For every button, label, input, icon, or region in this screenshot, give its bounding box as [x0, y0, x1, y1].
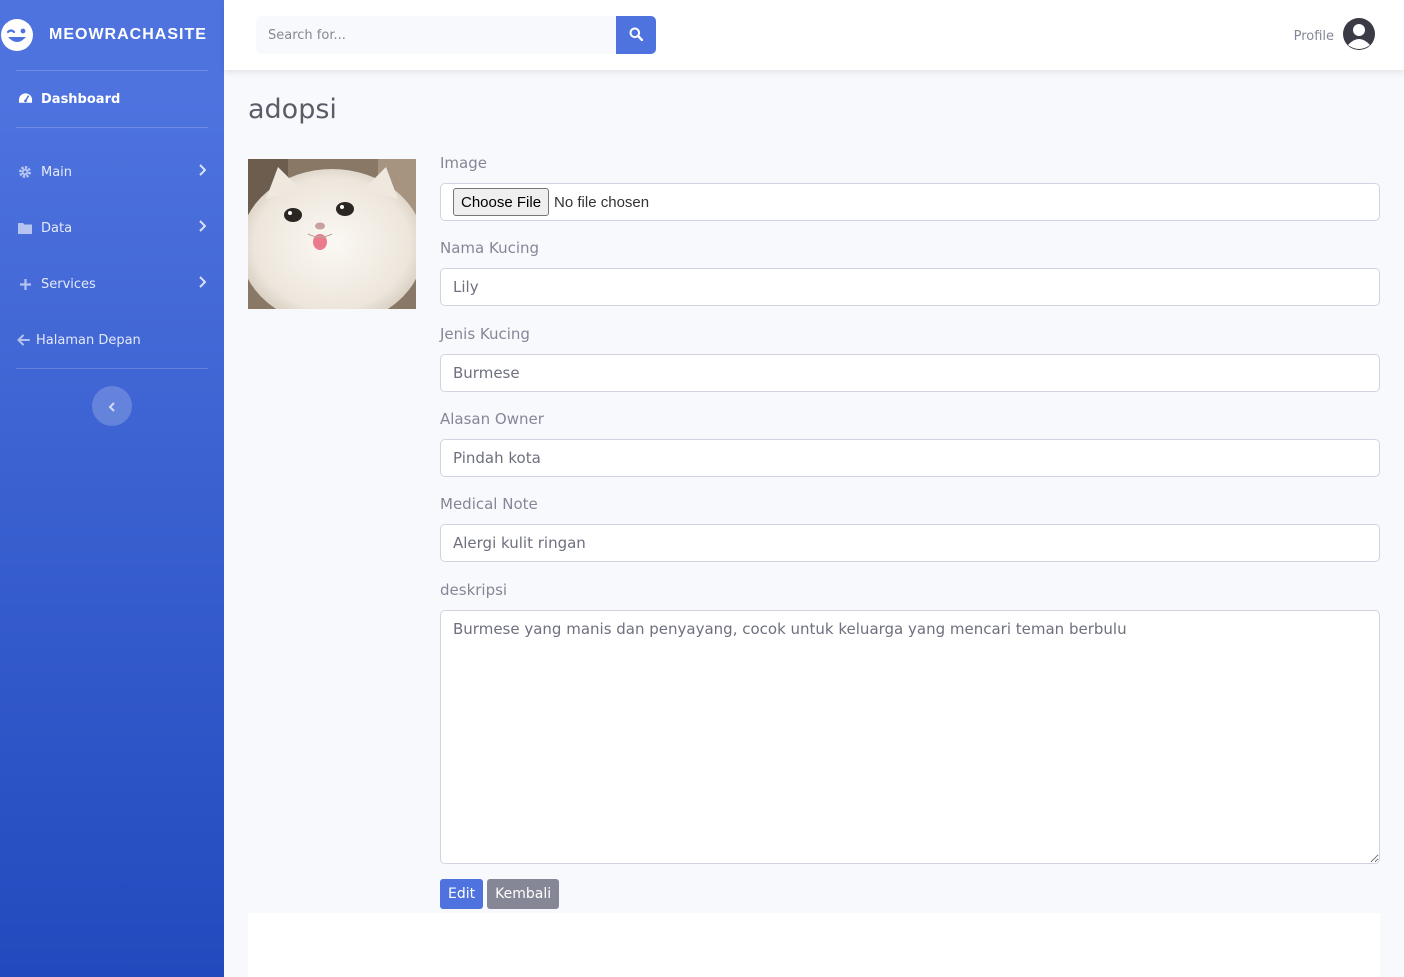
gear-icon — [16, 164, 34, 180]
sidebar-item-label: Services — [41, 276, 96, 292]
nama-kucing-label: Nama Kucing — [440, 239, 540, 257]
sidebar-item-data[interactable]: Data — [0, 200, 224, 256]
chevron-right-icon — [198, 220, 207, 236]
deskripsi-textarea[interactable]: Burmese yang manis dan penyayang, cocok … — [440, 610, 1380, 864]
chevron-left-icon — [108, 397, 116, 416]
nama-kucing-input[interactable]: Lily — [440, 268, 1380, 306]
kembali-button[interactable]: Kembali — [487, 879, 560, 909]
plus-icon — [16, 276, 34, 292]
jenis-kucing-input[interactable]: Burmese — [440, 354, 1380, 392]
chevron-right-icon — [198, 164, 207, 180]
sidebar-item-halaman-depan[interactable]: Halaman Depan — [0, 312, 224, 368]
sidebar-item-main[interactable]: Main — [0, 144, 224, 200]
brand[interactable]: MEOWRACHASITE — [0, 0, 224, 70]
sidebar-item-label: Dashboard — [41, 91, 121, 107]
choose-file-button[interactable]: Choose File — [453, 188, 550, 216]
dashboard-icon — [16, 91, 34, 107]
form-actions: Edit Kembali — [440, 879, 1380, 909]
sidebar-item-dashboard[interactable]: Dashboard — [0, 71, 224, 127]
alasan-owner-input[interactable]: Pindah kota — [440, 439, 1380, 477]
sidebar-item-label: Halaman Depan — [36, 332, 141, 348]
medical-note-label: Medical Note — [440, 495, 538, 513]
adopsi-form: Image Choose File No file chosen Nama Ku… — [440, 152, 1380, 909]
sidebar: MEOWRACHASITE Dashboard Main Data Servic… — [0, 0, 224, 977]
content-card — [248, 913, 1380, 977]
sidebar-item-services[interactable]: Services — [0, 256, 224, 312]
brand-name: MEOWRACHASITE — [49, 26, 207, 43]
cat-photo — [240, 159, 424, 325]
laugh-wink-icon — [0, 18, 34, 52]
sidebar-divider — [16, 368, 208, 369]
profile-label: Profile — [1293, 28, 1334, 44]
user-avatar-icon — [1342, 17, 1376, 55]
image-label: Image — [440, 154, 487, 172]
sidebar-item-label: Data — [41, 220, 73, 236]
sidebar-item-label: Main — [41, 164, 73, 180]
folder-icon — [16, 220, 34, 236]
topbar: Profile — [224, 0, 1404, 70]
file-status: No file chosen — [554, 193, 650, 211]
page-title: adopsi — [248, 94, 337, 125]
jenis-kucing-label: Jenis Kucing — [440, 325, 530, 343]
medical-note-input[interactable]: Alergi kulit ringan — [440, 524, 1380, 562]
search-button[interactable] — [616, 16, 656, 54]
search-input[interactable] — [256, 16, 616, 54]
profile-menu[interactable]: Profile — [1294, 17, 1376, 55]
deskripsi-label: deskripsi — [440, 581, 508, 599]
search-group — [256, 16, 656, 54]
chevron-right-icon — [198, 276, 207, 292]
edit-button[interactable]: Edit — [440, 879, 484, 909]
search-icon — [629, 27, 644, 44]
arrow-left-icon — [16, 332, 30, 348]
image-file-input[interactable]: Choose File No file chosen — [440, 183, 1380, 221]
alasan-owner-label: Alasan Owner — [440, 410, 544, 428]
sidebar-toggle-button[interactable] — [92, 386, 132, 426]
